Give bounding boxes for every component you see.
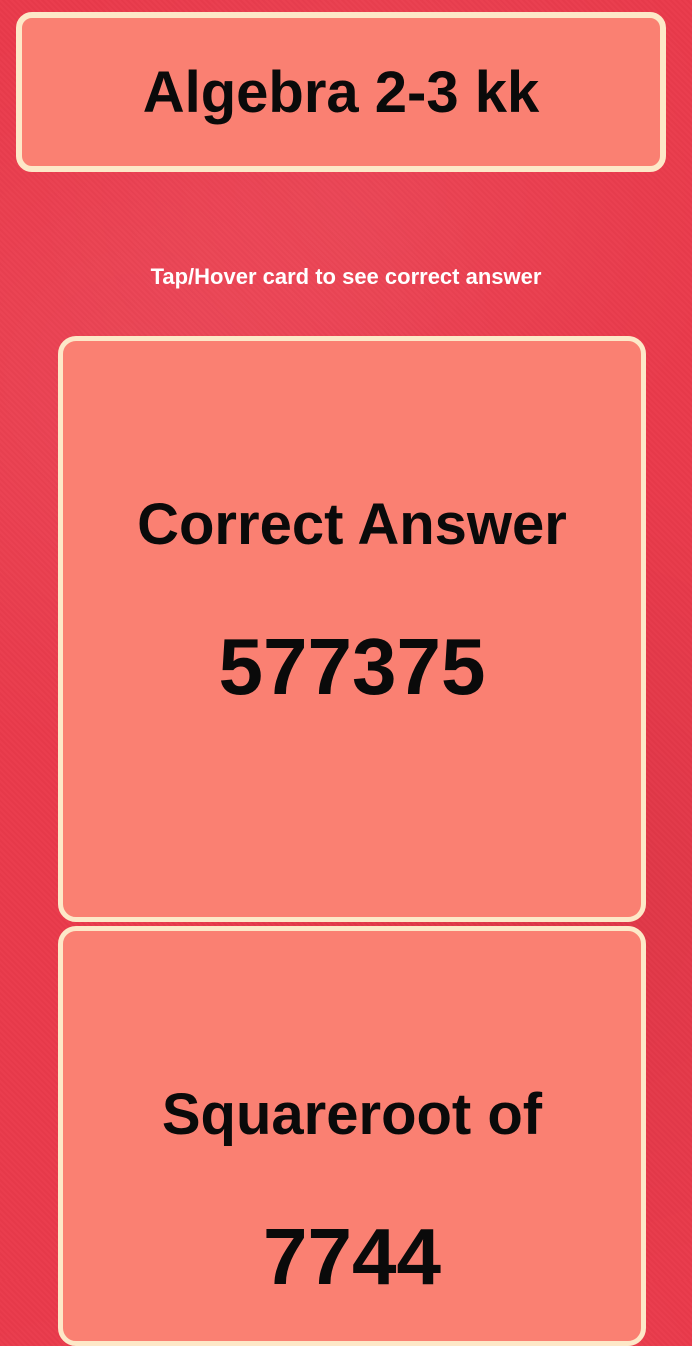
instruction-text: Tap/Hover card to see correct answer [150, 264, 542, 289]
title-banner: Algebra 2-3 kk [16, 12, 666, 172]
question-card[interactable]: Squareroot of 7744 [58, 926, 646, 1346]
question-card-heading: Squareroot of [161, 1082, 543, 1147]
answer-card-value: 577375 [218, 622, 486, 711]
question-card-value: 7744 [263, 1212, 441, 1301]
page-title: Algebra 2-3 kk [142, 59, 540, 125]
answer-card-heading: Correct Answer [137, 492, 567, 557]
answer-card[interactable]: Correct Answer 577375 [58, 336, 646, 922]
